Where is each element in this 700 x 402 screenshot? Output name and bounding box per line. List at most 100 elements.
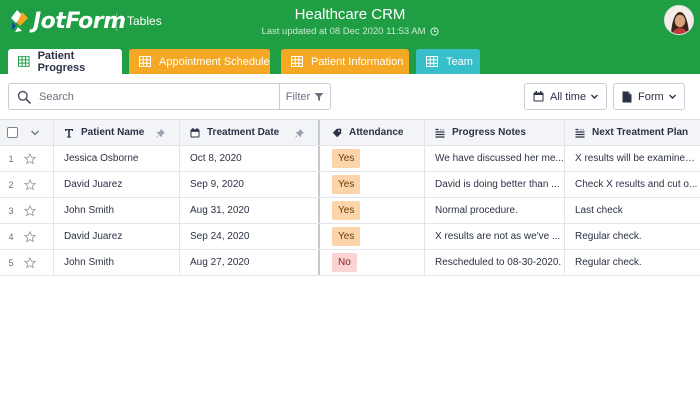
column-header-attendance[interactable]: Attendance <box>322 120 425 145</box>
row-number: 4 <box>8 231 14 242</box>
view-dropdown[interactable]: Form <box>613 83 685 110</box>
cell-progress-notes[interactable]: X results are not as we've ... <box>425 224 565 249</box>
cell-text: John Smith <box>64 205 115 216</box>
cell-patient-name[interactable]: John Smith <box>54 198 180 223</box>
row-number: 2 <box>8 179 14 190</box>
column-header-label: Patient Name <box>81 127 145 138</box>
table-row[interactable]: 3 John Smith Aug 31, 2020 Yes Normal pro… <box>0 198 700 224</box>
row-select-cell: 3 <box>0 198 54 223</box>
cell-text: Sep 24, 2020 <box>190 231 250 242</box>
tag-icon <box>332 128 342 137</box>
cell-progress-notes[interactable]: Rescheduled to 08-30-2020. <box>425 250 565 275</box>
pin-icon[interactable] <box>295 129 304 138</box>
chevron-down-icon <box>591 94 598 99</box>
column-header-label: Next Treatment Plan <box>592 127 689 138</box>
tab-bar: Patient Progress Appointment Schedule Pa… <box>0 44 700 74</box>
clock-icon <box>429 27 439 36</box>
title-block: Healthcare CRM Last updated at 08 Dec 20… <box>230 6 470 37</box>
date-range-dropdown[interactable]: All time <box>524 83 607 110</box>
cell-treatment-date[interactable]: Sep 9, 2020 <box>180 172 320 197</box>
tables-nav-link[interactable]: Tables <box>127 14 162 28</box>
tab-appointment-schedule[interactable]: Appointment Schedule <box>129 49 270 74</box>
tab-patient-progress[interactable]: Patient Progress <box>8 49 122 74</box>
cell-text: We have discussed her me... <box>435 153 564 164</box>
cell-next-treatment-plan[interactable]: Last check <box>565 198 700 223</box>
tab-patient-information[interactable]: Patient Information <box>281 49 409 74</box>
cell-attendance[interactable]: Yes <box>322 198 425 223</box>
table-icon <box>18 56 30 67</box>
search-icon <box>17 90 31 104</box>
toolbar: Filter All time Form <box>0 74 700 119</box>
cell-text: Sep 9, 2020 <box>190 179 244 190</box>
cell-text: Aug 27, 2020 <box>190 257 250 268</box>
star-icon[interactable] <box>24 178 36 191</box>
cell-text: Regular check. <box>575 257 642 268</box>
cell-treatment-date[interactable]: Oct 8, 2020 <box>180 146 320 171</box>
row-number: 1 <box>8 153 14 164</box>
last-updated: Last updated at 08 Dec 2020 11:53 AM <box>230 26 470 37</box>
cell-next-treatment-plan[interactable]: Regular check. <box>565 250 700 275</box>
row-select-cell: 4 <box>0 224 54 249</box>
cell-attendance[interactable]: Yes <box>322 172 425 197</box>
row-number: 3 <box>8 205 14 216</box>
cell-attendance[interactable]: Yes <box>322 224 425 249</box>
chevron-down-icon <box>669 94 676 99</box>
pin-icon[interactable] <box>156 129 165 138</box>
tab-label: Team <box>446 55 473 68</box>
cell-attendance[interactable]: No <box>322 250 425 275</box>
cell-next-treatment-plan[interactable]: X results will be examined ... <box>565 146 700 171</box>
row-number: 5 <box>8 257 14 268</box>
cell-next-treatment-plan[interactable]: Regular check. <box>565 224 700 249</box>
cell-text: David is doing better than ... <box>435 179 560 190</box>
cell-patient-name[interactable]: John Smith <box>54 250 180 275</box>
attendance-badge: Yes <box>332 149 361 168</box>
table-row[interactable]: 4 David Juarez Sep 24, 2020 Yes X result… <box>0 224 700 250</box>
cell-text: Aug 31, 2020 <box>190 205 250 216</box>
cell-text: X results are not as we've ... <box>435 231 561 242</box>
cell-treatment-date[interactable]: Sep 24, 2020 <box>180 224 320 249</box>
cell-patient-name[interactable]: David Juarez <box>54 224 180 249</box>
star-icon[interactable] <box>24 152 36 165</box>
select-all-cell <box>0 120 54 145</box>
cell-text: John Smith <box>64 257 115 268</box>
jotform-logo[interactable]: JotForm <box>8 7 126 35</box>
cell-progress-notes[interactable]: We have discussed her me... <box>425 146 565 171</box>
page-title[interactable]: Healthcare CRM <box>230 6 470 23</box>
star-icon[interactable] <box>24 256 36 269</box>
cell-progress-notes[interactable]: Normal procedure. <box>425 198 565 223</box>
cell-treatment-date[interactable]: Aug 31, 2020 <box>180 198 320 223</box>
column-header-next-treatment-plan[interactable]: Next Treatment Plan <box>565 120 700 145</box>
table-row[interactable]: 5 John Smith Aug 27, 2020 No Rescheduled… <box>0 250 700 276</box>
row-select-cell: 2 <box>0 172 54 197</box>
search-input[interactable] <box>39 90 269 103</box>
column-header-patient-name[interactable]: Patient Name <box>54 120 180 145</box>
attendance-badge: Yes <box>332 227 361 246</box>
chevron-down-icon[interactable] <box>30 129 40 137</box>
user-avatar[interactable] <box>664 5 694 35</box>
attendance-badge: No <box>332 253 357 272</box>
star-icon[interactable] <box>24 230 36 243</box>
attendance-badge: Yes <box>332 175 361 194</box>
cell-patient-name[interactable]: Jessica Osborne <box>54 146 180 171</box>
tab-team[interactable]: Team <box>416 49 480 74</box>
cell-text: Jessica Osborne <box>64 153 139 164</box>
long-text-icon <box>435 128 445 138</box>
column-header-treatment-date[interactable]: Treatment Date <box>180 120 320 145</box>
column-header-progress-notes[interactable]: Progress Notes <box>425 120 565 145</box>
table-row[interactable]: 2 David Juarez Sep 9, 2020 Yes David is … <box>0 172 700 198</box>
text-type-icon <box>65 128 73 137</box>
cell-treatment-date[interactable]: Aug 27, 2020 <box>180 250 320 275</box>
row-select-cell: 1 <box>0 146 54 171</box>
cell-next-treatment-plan[interactable]: Check X results and cut o... <box>565 172 700 197</box>
cell-text: Last check <box>575 205 623 216</box>
filter-button[interactable]: Filter <box>279 84 330 109</box>
cell-patient-name[interactable]: David Juarez <box>54 172 180 197</box>
long-text-icon <box>575 128 585 138</box>
select-all-checkbox[interactable] <box>7 127 18 138</box>
cell-text: X results will be examined ... <box>575 153 700 164</box>
star-icon[interactable] <box>24 204 36 217</box>
cell-progress-notes[interactable]: David is doing better than ... <box>425 172 565 197</box>
cell-attendance[interactable]: Yes <box>322 146 425 171</box>
attendance-badge: Yes <box>332 201 361 220</box>
table-row[interactable]: 1 Jessica Osborne Oct 8, 2020 Yes We hav… <box>0 146 700 172</box>
